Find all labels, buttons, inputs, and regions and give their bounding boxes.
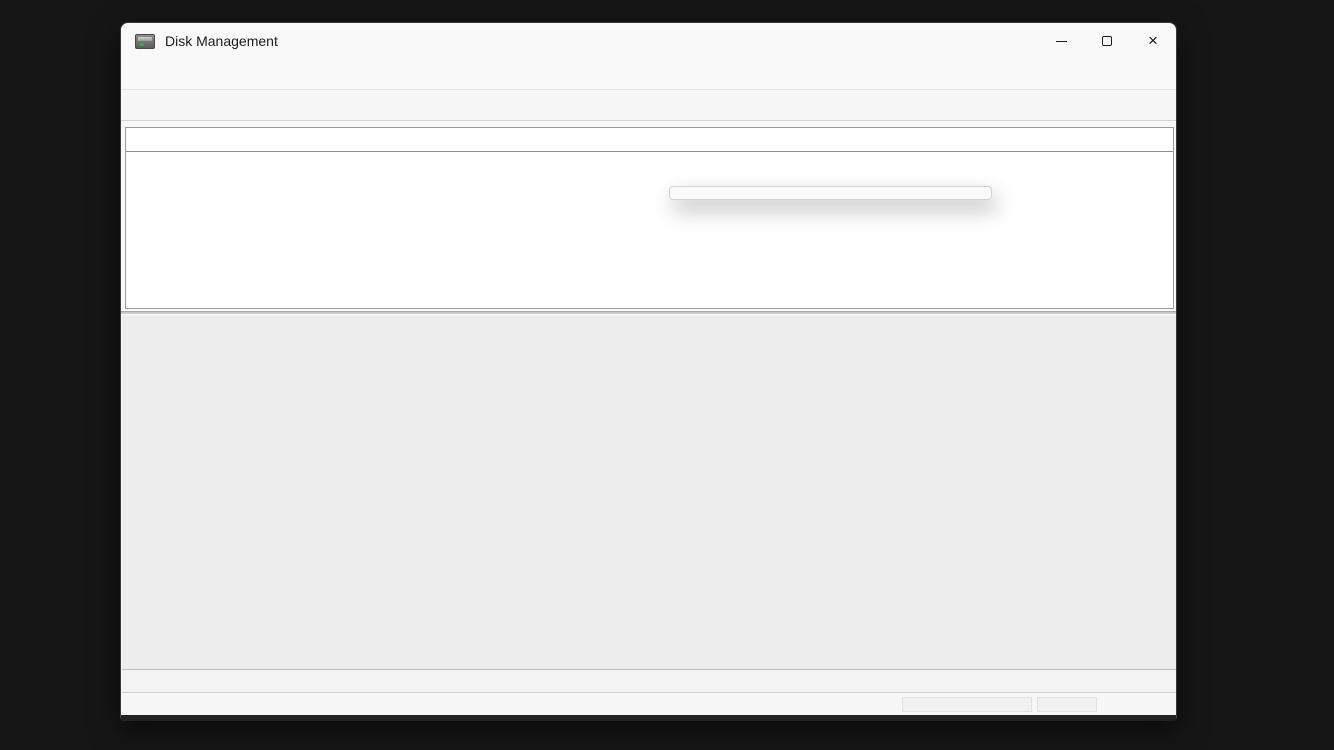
status-segment (1037, 697, 1097, 712)
close-icon: × (1148, 31, 1158, 51)
context-menu (669, 186, 992, 200)
minimize-icon (1056, 41, 1067, 42)
minimize-button[interactable] (1038, 23, 1084, 59)
titlebar: Disk Management × (121, 23, 1176, 59)
window-title: Disk Management (165, 33, 278, 49)
volume-list-panel (125, 127, 1174, 309)
status-segment (902, 697, 1032, 712)
volume-list-header (126, 128, 1173, 152)
legend-bar (122, 669, 1176, 693)
maximize-icon (1102, 36, 1112, 46)
maximize-button[interactable] (1084, 23, 1130, 59)
disk-management-app-icon (135, 34, 155, 49)
menu-bar (121, 59, 1176, 90)
disk-management-window: Disk Management × (120, 22, 1177, 721)
disk-graphical-panel (122, 315, 1176, 669)
status-bar (122, 694, 1176, 715)
toolbar (121, 90, 1176, 121)
close-button[interactable]: × (1130, 23, 1176, 59)
